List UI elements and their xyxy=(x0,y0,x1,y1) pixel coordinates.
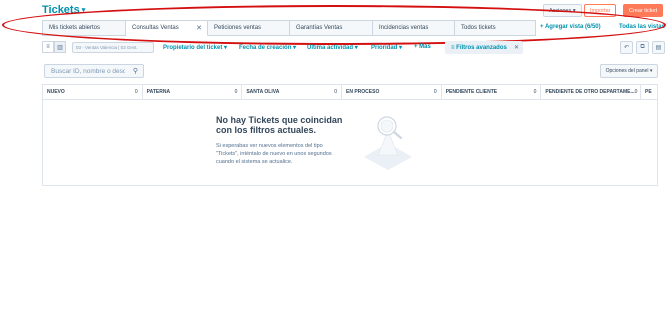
tab-sales-requests[interactable]: Peticiones ventas xyxy=(208,20,290,36)
column-label: SANTA OLIVA xyxy=(246,89,280,95)
column-count: 0 xyxy=(533,89,537,95)
empty-state-title: No hay Tickets que coincidan con los fil… xyxy=(216,115,343,135)
save-icon[interactable]: ▤ xyxy=(652,41,665,54)
column-label: PE xyxy=(645,89,652,95)
undo-icon[interactable]: ↶ xyxy=(620,41,633,54)
filter-bar: ≡ ▥ 03 - Ventas Valencia | 03 Gest. Prop… xyxy=(42,40,665,56)
empty-search-illustration xyxy=(364,116,412,170)
column-count: 0 xyxy=(634,89,638,95)
caret-down-icon: ▾ xyxy=(354,45,358,51)
column-label: NUEVO xyxy=(47,89,65,95)
close-icon[interactable]: ✕ xyxy=(196,24,202,32)
board-column-header: PATERNA 0 xyxy=(143,85,243,99)
import-button[interactable]: Importar xyxy=(584,4,617,17)
board-column-header: PE xyxy=(641,85,657,99)
caret-down-icon: ▾ xyxy=(224,45,228,51)
tab-label: Incidencias ventas xyxy=(379,25,429,31)
search-row: ⚲ Opciones del panel ▾ xyxy=(42,63,662,79)
caret-down-icon: ▾ xyxy=(81,7,86,14)
copy-icon[interactable]: ⧉ xyxy=(636,41,649,54)
caret-down-icon: ▾ xyxy=(293,45,297,51)
board-columns: NUEVO 0 PATERNA 0 SANTA OLIVA 0 EN PROCE… xyxy=(43,85,657,100)
column-label: EN PROCESO xyxy=(346,89,380,95)
search-input[interactable] xyxy=(45,67,125,75)
tab-label: Garantías Ventas xyxy=(296,25,343,31)
advanced-filters-button[interactable]: ≡ Filtros avanzados ✕ xyxy=(445,41,523,54)
search-field[interactable]: ⚲ xyxy=(44,64,144,78)
advanced-filters-label: Filtros avanzados xyxy=(456,44,507,51)
actions-button[interactable]: Acciones ▾ xyxy=(543,4,582,17)
created-date-filter[interactable]: Fecha de creación ▾ xyxy=(239,44,296,51)
board-column-header: EN PROCESO 0 xyxy=(342,85,442,99)
tab-sales-incidents[interactable]: Incidencias ventas xyxy=(373,20,455,36)
tab-sales-queries[interactable]: Consultas Ventas ✕ xyxy=(126,20,208,36)
owner-filter[interactable]: Propietario del ticket ▾ xyxy=(163,44,227,51)
empty-state-text: Si esperabas ver nuevos elementos del ti… xyxy=(216,143,332,165)
owner-filter-label: Propietario del ticket xyxy=(163,45,223,51)
tab-label: Mis tickets abiertos xyxy=(49,25,101,31)
tab-my-open-tickets[interactable]: Mis tickets abiertos xyxy=(42,20,126,36)
create-ticket-button[interactable]: Crear ticket xyxy=(623,4,664,17)
list-view-icon[interactable]: ≡ xyxy=(42,41,54,53)
object-switcher[interactable]: Tickets ▾ xyxy=(42,4,85,16)
caret-down-icon: ▾ xyxy=(399,45,403,51)
column-label: PENDIENTE DE OTRO DEPARTAME... xyxy=(545,89,635,95)
kanban-board: NUEVO 0 PATERNA 0 SANTA OLIVA 0 EN PROCE… xyxy=(42,84,658,186)
view-tabs: Mis tickets abiertos Consultas Ventas ✕ … xyxy=(42,20,536,36)
column-count: 0 xyxy=(234,89,238,95)
all-views-link[interactable]: Todas las vistas xyxy=(619,24,665,30)
caret-down-icon: ▾ xyxy=(648,68,653,74)
priority-filter[interactable]: Prioridad ▾ xyxy=(371,44,402,51)
top-bar: Tickets ▾ Acciones ▾ Importar Crear tick… xyxy=(0,0,670,20)
tab-all-tickets[interactable]: Todos tickets xyxy=(455,20,536,36)
page-title: Tickets xyxy=(42,4,80,16)
board-view-icon[interactable]: ▥ xyxy=(54,41,66,53)
more-filters-button[interactable]: + Más xyxy=(414,44,431,50)
add-view-link[interactable]: + Agregar vista (6/50) xyxy=(540,24,601,30)
tab-sales-warranties[interactable]: Garantías Ventas xyxy=(290,20,373,36)
column-count: 0 xyxy=(134,89,138,95)
board-column-header: PENDIENTE CLIENTE 0 xyxy=(442,85,542,99)
board-column-header: PENDIENTE DE OTRO DEPARTAME... 0 xyxy=(541,85,642,99)
column-label: PENDIENTE CLIENTE xyxy=(445,89,498,95)
close-icon[interactable]: ✕ xyxy=(514,44,519,51)
column-count: 0 xyxy=(334,89,338,95)
tab-label: Todos tickets xyxy=(461,25,496,31)
caret-down-icon: ▾ xyxy=(571,7,576,14)
board-options-label: Opciones del panel xyxy=(605,68,649,74)
actions-button-label: Acciones xyxy=(549,7,572,14)
pipeline-select[interactable]: 03 - Ventas Valencia | 03 Gest. xyxy=(72,42,154,53)
priority-filter-label: Prioridad xyxy=(371,45,398,51)
last-activity-filter[interactable]: Última actividad ▾ xyxy=(307,44,358,51)
board-options-button[interactable]: Opciones del panel ▾ xyxy=(600,64,658,78)
search-icon: ⚲ xyxy=(132,68,138,75)
board-column-header: NUEVO 0 xyxy=(43,85,143,99)
tab-label: Consultas Ventas xyxy=(132,25,179,31)
column-count: 0 xyxy=(433,89,437,95)
last-activity-filter-label: Última actividad xyxy=(307,45,354,51)
created-date-filter-label: Fecha de creación xyxy=(239,45,292,51)
board-column-header: SANTA OLIVA 0 xyxy=(242,85,343,99)
tab-label: Peticiones ventas xyxy=(214,25,262,31)
column-label: PATERNA xyxy=(146,89,171,95)
